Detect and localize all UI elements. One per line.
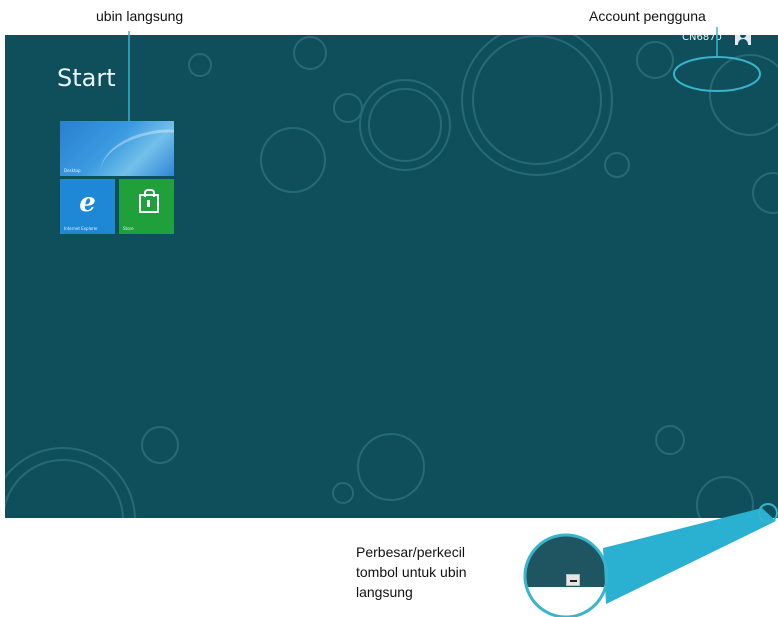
callout-live-tiles-label: ubin langsung [96, 8, 184, 24]
start-screen: Start Desktop e Internet Explorer Store … [5, 35, 778, 518]
desktop-tile-label: Desktop [64, 168, 81, 173]
callout-user-account-label: Account pengguna [589, 8, 706, 24]
zoom-caption-line: tombol untuk ubin [356, 564, 467, 580]
zoom-callout-wedge [603, 508, 776, 604]
internet-explorer-tile[interactable]: e Internet Explorer [60, 179, 115, 234]
ie-tile-label: Internet Explorer [64, 226, 98, 231]
store-tile[interactable]: Store [119, 179, 174, 234]
zoom-caption-line: langsung [356, 584, 413, 600]
zoom-inset-white [525, 587, 607, 617]
user-avatar-icon[interactable] [735, 35, 751, 45]
start-title: Start [57, 64, 116, 92]
account-username[interactable]: CN6870 [682, 35, 722, 43]
store-tile-label: Store [123, 226, 134, 231]
ie-icon: e [79, 188, 96, 218]
zoom-caption-line: Perbesar/perkecil [356, 544, 465, 560]
zoom-minus-button[interactable] [566, 574, 580, 586]
background-bubble-pattern [5, 35, 778, 518]
desktop-wallpaper-swoosh [94, 121, 174, 176]
store-icon [139, 189, 159, 213]
desktop-tile[interactable]: Desktop [60, 121, 174, 176]
zoom-caption: Perbesar/perkecil tombol untuk ubin lang… [356, 542, 467, 602]
